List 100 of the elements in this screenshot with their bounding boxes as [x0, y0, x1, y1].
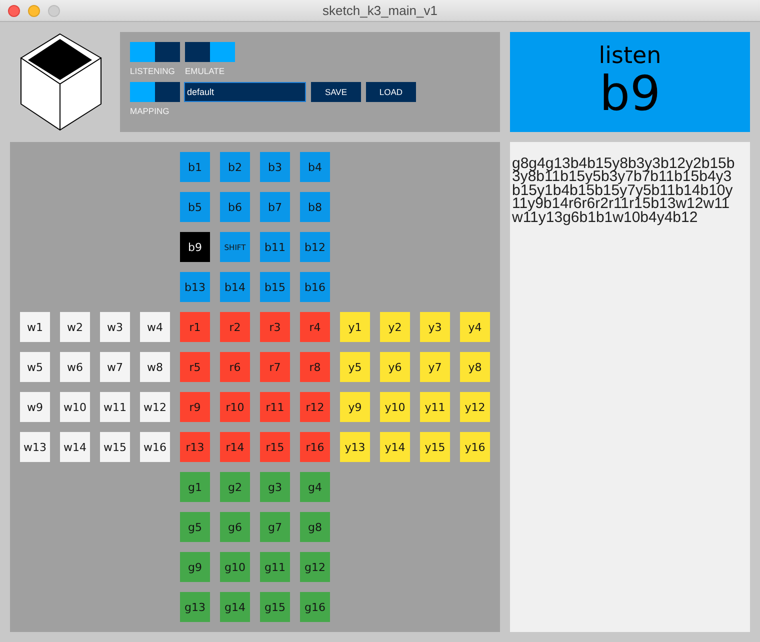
pad-button[interactable]: r15 [260, 432, 290, 462]
switch-segment[interactable] [130, 42, 155, 62]
pad-button[interactable]: w15 [100, 432, 130, 462]
pad-button[interactable]: r7 [260, 352, 290, 382]
pad-button[interactable]: b11 [260, 232, 290, 262]
switch-segment[interactable] [155, 82, 180, 102]
text-field[interactable]: default [184, 82, 306, 102]
pad-button[interactable]: r6 [220, 352, 250, 382]
pad-button[interactable]: r8 [300, 352, 330, 382]
pad-button[interactable]: w8 [140, 352, 170, 382]
pad-button[interactable]: r12 [300, 392, 330, 422]
pad-button[interactable]: g10 [220, 552, 250, 582]
pad-button[interactable]: r10 [220, 392, 250, 422]
pad-button[interactable]: g15 [260, 592, 290, 622]
pad-button[interactable]: y7 [420, 352, 450, 382]
pad-button[interactable]: r3 [260, 312, 290, 342]
log-line: g8g4g13b4b15y8b3y3b12y2b15b [512, 157, 736, 170]
pad-button[interactable]: w11 [100, 392, 130, 422]
pad-button[interactable]: g1 [180, 472, 210, 502]
control-button[interactable]: SAVE [311, 82, 361, 102]
pad-button[interactable]: g11 [260, 552, 290, 582]
pad-button[interactable]: g5 [180, 512, 210, 542]
pad-button[interactable]: g16 [300, 592, 330, 622]
pad-button[interactable]: g9 [180, 552, 210, 582]
pad-button[interactable]: b9 [180, 232, 210, 262]
window-title: sketch_k3_main_v1 [322, 3, 438, 18]
pad-button[interactable]: g7 [260, 512, 290, 542]
pad-button[interactable]: w6 [60, 352, 90, 382]
pad-button[interactable]: g8 [300, 512, 330, 542]
toggle-label: MAPPING [130, 106, 170, 116]
pad-button[interactable]: b3 [260, 152, 290, 182]
log-line: w11y13g6b1b1w10b4y4b12 [512, 210, 698, 224]
pad-button[interactable]: b4 [300, 152, 330, 182]
pad-button[interactable]: w9 [20, 392, 50, 422]
pad-button[interactable]: y11 [420, 392, 450, 422]
pad-button[interactable]: y3 [420, 312, 450, 342]
pad-button[interactable]: y6 [380, 352, 410, 382]
control-button[interactable]: LOAD [366, 82, 416, 102]
pad-button[interactable]: r9 [180, 392, 210, 422]
pad-button[interactable]: w2 [60, 312, 90, 342]
pad-button[interactable]: g13 [180, 592, 210, 622]
pad-button[interactable]: r2 [220, 312, 250, 342]
switch-segment[interactable] [210, 42, 235, 62]
pad-button[interactable]: r14 [220, 432, 250, 462]
pad-button[interactable]: r5 [180, 352, 210, 382]
pad-button[interactable]: w10 [60, 392, 90, 422]
pad-button[interactable]: g6 [220, 512, 250, 542]
pad-button[interactable]: y13 [340, 432, 370, 462]
cube-icon [20, 33, 102, 131]
pad-button[interactable]: b8 [300, 192, 330, 222]
pad-button[interactable]: w4 [140, 312, 170, 342]
pad-button[interactable]: g14 [220, 592, 250, 622]
pad-button[interactable]: g2 [220, 472, 250, 502]
pad-button[interactable]: y9 [340, 392, 370, 422]
pad-button[interactable]: b12 [300, 232, 330, 262]
pad-button[interactable]: w13 [20, 432, 50, 462]
pad-button[interactable]: b2 [220, 152, 250, 182]
pad-button[interactable]: y14 [380, 432, 410, 462]
pad-button[interactable]: w12 [140, 392, 170, 422]
pad-button[interactable]: y12 [460, 392, 490, 422]
pad-button[interactable]: g12 [300, 552, 330, 582]
pad-button[interactable]: r13 [180, 432, 210, 462]
pad-button[interactable]: b7 [260, 192, 290, 222]
pad-button[interactable]: w16 [140, 432, 170, 462]
pad-button[interactable]: r16 [300, 432, 330, 462]
switch-segment[interactable] [130, 82, 155, 102]
pad-button[interactable]: w14 [60, 432, 90, 462]
pad-button[interactable]: b15 [260, 272, 290, 302]
pad-button[interactable]: y10 [380, 392, 410, 422]
zoom-button[interactable] [48, 5, 60, 17]
pad-button[interactable]: g4 [300, 472, 330, 502]
pad-button[interactable]: r4 [300, 312, 330, 342]
pad-button[interactable]: r11 [260, 392, 290, 422]
pad-button[interactable]: y2 [380, 312, 410, 342]
pad-button[interactable]: w7 [100, 352, 130, 382]
current-key-label: b9 [599, 70, 660, 118]
pad-button[interactable]: w3 [100, 312, 130, 342]
toggle-label: EMULATE [185, 66, 226, 76]
pad-button[interactable]: y1 [340, 312, 370, 342]
pad-button[interactable]: y15 [420, 432, 450, 462]
log-line: b15y1b4b15b15y7y5b11b14b10y [512, 184, 734, 198]
pad-button[interactable]: b5 [180, 192, 210, 222]
pad-button[interactable]: b1 [180, 152, 210, 182]
pad-button[interactable]: y4 [460, 312, 490, 342]
pad-button[interactable]: y5 [340, 352, 370, 382]
minimize-button[interactable] [28, 5, 40, 17]
pad-button[interactable]: b14 [220, 272, 250, 302]
pad-button[interactable]: r1 [180, 312, 210, 342]
pad-button[interactable]: b13 [180, 272, 210, 302]
pad-button[interactable]: b6 [220, 192, 250, 222]
switch-segment[interactable] [185, 42, 210, 62]
close-button[interactable] [8, 5, 20, 17]
pad-button[interactable]: y16 [460, 432, 490, 462]
log-line: 3y8b11b15y5b3y7b7b11b15b4y3 [512, 170, 732, 184]
pad-button[interactable]: y8 [460, 352, 490, 382]
pad-button[interactable]: g3 [260, 472, 290, 502]
pad-button[interactable]: b16 [300, 272, 330, 302]
switch-segment[interactable] [155, 42, 180, 62]
pad-button[interactable]: w5 [20, 352, 50, 382]
pad-button[interactable]: w1 [20, 312, 50, 342]
